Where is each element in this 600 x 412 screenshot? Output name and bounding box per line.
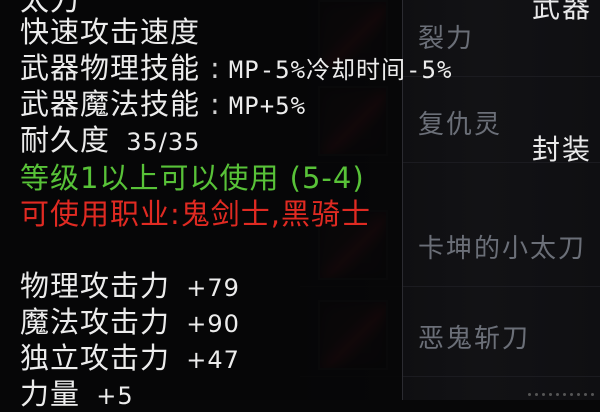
stat-label: 力量 — [20, 377, 81, 411]
stat-value: +47 — [186, 346, 240, 374]
item-title: 太刀 — [20, 0, 81, 17]
stat-physical-attack: 物理攻击力 +79 — [20, 270, 240, 304]
stat-label: 物理攻击力 — [20, 269, 171, 303]
stat-strength: 力量 +5 — [20, 378, 134, 412]
magic-skill-line: 武器魔法技能: MP+5% — [20, 87, 307, 121]
physical-skill-label: 武器物理技能 — [20, 51, 201, 85]
stat-value: +5 — [96, 382, 134, 410]
class-requirement: 可使用职业:鬼剑士,黑骑士 — [20, 197, 371, 231]
stat-independent-attack: 独立攻击力 +47 — [20, 342, 240, 376]
durability-label: 耐久度 — [20, 123, 111, 157]
magic-skill-label: 武器魔法技能 — [20, 87, 201, 121]
stat-label: 魔法攻击力 — [20, 305, 171, 339]
stat-label: 独立攻击力 — [20, 341, 171, 375]
seal-label: 封装 — [531, 133, 592, 166]
attack-speed-label: 快速攻击速度 — [20, 15, 201, 49]
stat-magic-attack: 魔法攻击力 +90 — [20, 306, 240, 340]
attack-speed-line: 快速攻击速度 — [20, 16, 200, 48]
magic-skill-value: MP+5% — [228, 92, 307, 120]
level-requirement: 等级1以上可以使用 (5-4) — [20, 161, 365, 195]
physical-skill-line: 武器物理技能: MP-5%冷却时间-5% — [20, 51, 453, 85]
item-name: 复仇灵 — [418, 110, 503, 140]
watermark-dots — [528, 393, 594, 396]
item-name: 卡坤的小太刀 — [418, 234, 587, 264]
durability-value: 35/35 — [126, 128, 201, 156]
item-tooltip: 太刀 快速攻击速度 武器物理技能: MP-5%冷却时间-5% 武器魔法技能: MP+… — [0, 0, 451, 410]
stat-value: +90 — [186, 310, 240, 338]
item-type-label: 武器 — [531, 0, 592, 24]
durability-line: 耐久度 35/35 — [20, 124, 200, 158]
item-name: 裂力 — [418, 24, 475, 54]
physical-skill-value: MP-5%冷却时间-5% — [228, 56, 453, 84]
item-name: 恶鬼斩刀 — [418, 324, 531, 354]
stat-value: +79 — [186, 274, 240, 302]
